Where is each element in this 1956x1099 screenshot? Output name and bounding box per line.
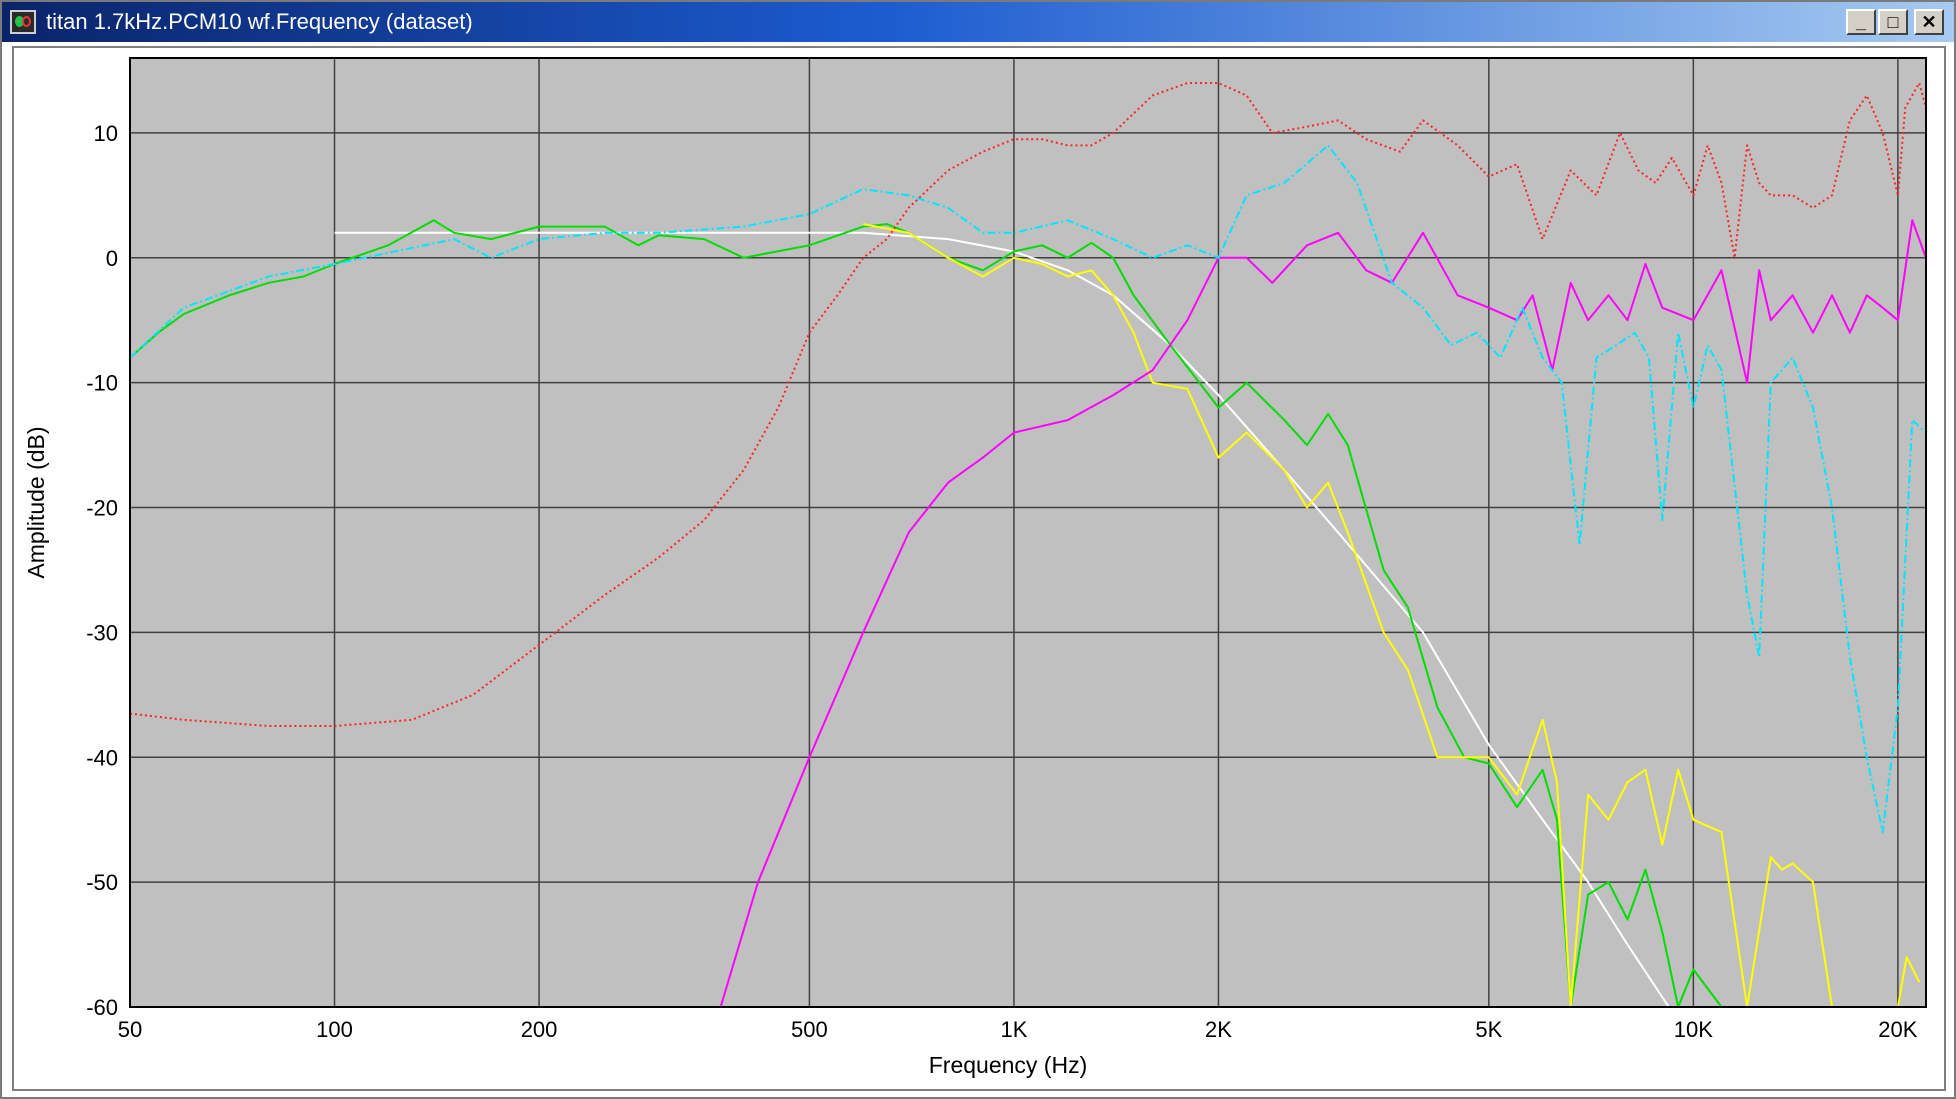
plot-background [130,58,1926,1007]
y-axis-label: Amplitude (dB) [23,426,49,578]
y-tick-label: -50 [86,870,118,895]
x-tick-label: 2K [1205,1017,1232,1042]
y-tick-label: -40 [86,745,118,770]
window-title: titan 1.7kHz.PCM10 wf.Frequency (dataset… [46,9,473,34]
x-tick-label: 10K [1674,1017,1713,1042]
y-tick-label: -60 [86,995,118,1020]
y-tick-label: -20 [86,496,118,521]
x-tick-label: 500 [791,1017,828,1042]
x-axis-label: Frequency (Hz) [929,1052,1087,1078]
x-tick-label: 5K [1475,1017,1502,1042]
y-tick-label: -30 [86,620,118,645]
close-button[interactable]: ✕ [1914,9,1944,35]
y-tick-label: 10 [94,121,118,146]
frequency-response-chart[interactable]: 50 100 200 500 1K 2K 5K 10K 20K100-10-20-30-40-5… [14,48,1944,1089]
application-window: titan 1.7kHz.PCM10 wf.Frequency (dataset… [0,0,1956,1099]
maximize-button[interactable]: □ [1878,9,1908,35]
chart-area: 50 100 200 500 1K 2K 5K 10K 20K 10 0 -10 -20 -30 -40 -5… [12,46,1946,1091]
app-window-icon[interactable] [10,10,36,34]
title-bar[interactable]: titan 1.7kHz.PCM10 wf.Frequency (dataset… [2,2,1954,42]
y-tick-label: 0 [106,246,118,271]
window-controls: _ □ ✕ [1846,9,1944,35]
x-tick-label: 1K [1000,1017,1027,1042]
x-tick-label: 20K [1878,1017,1917,1042]
x-tick-label: 50 [118,1017,142,1042]
minimize-button[interactable]: _ [1846,9,1876,35]
y-tick-label: -10 [86,371,118,396]
x-tick-label: 200 [521,1017,558,1042]
x-tick-label: 100 [316,1017,353,1042]
